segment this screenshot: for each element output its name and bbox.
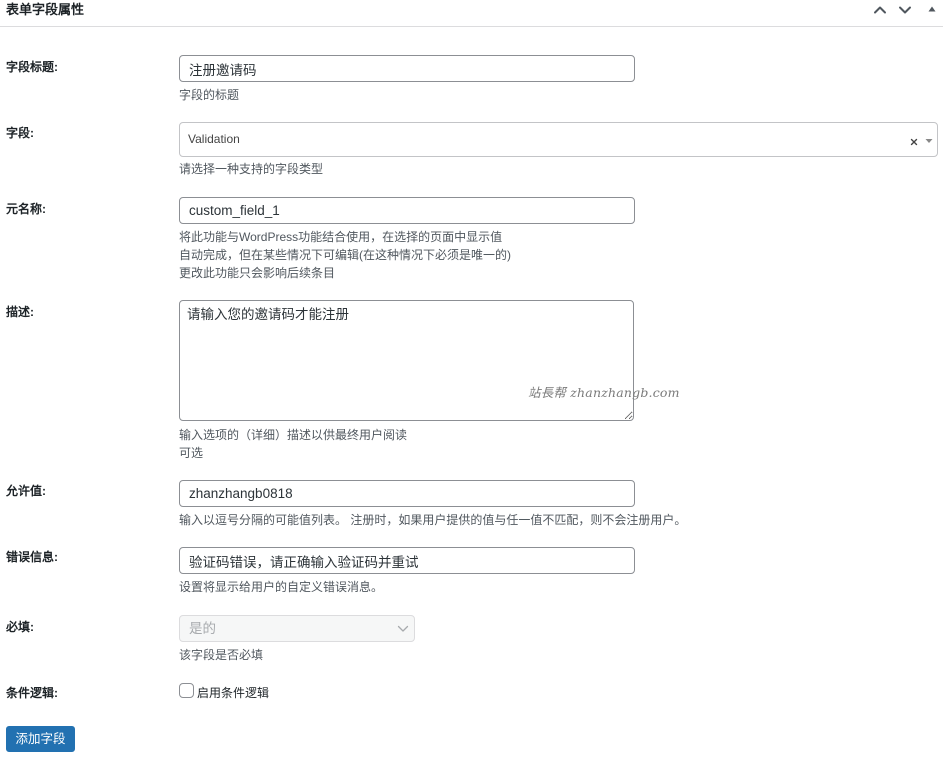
panel-title: 表单字段属性 bbox=[6, 2, 85, 17]
field-title-label: 字段标题: bbox=[6, 60, 58, 74]
required-label: 必填: bbox=[6, 620, 34, 634]
header-divider bbox=[0, 26, 943, 27]
conditional-logic-label: 条件逻辑: bbox=[6, 686, 58, 700]
required-selected-value: 是的 bbox=[189, 621, 216, 636]
meta-name-description-line: 自动完成，但在某些情况下可编辑(在这种情况下必须是唯一的) bbox=[179, 248, 511, 262]
field-type-selected-value: Validation bbox=[188, 132, 240, 146]
allowed-values-description: 输入以逗号分隔的可能值列表。 注册时，如果用户提供的值与任一值不匹配，则不会注册… bbox=[179, 513, 687, 527]
allowed-values-input[interactable] bbox=[179, 480, 635, 507]
conditional-logic-checkbox-label[interactable]: 启用条件逻辑 bbox=[197, 686, 269, 700]
conditional-logic-checkbox[interactable] bbox=[179, 683, 194, 698]
error-message-input[interactable] bbox=[179, 547, 635, 574]
required-select: 是的 bbox=[179, 615, 415, 642]
field-type-select[interactable]: Validation bbox=[179, 122, 938, 157]
form-field-properties-panel: 表单字段属性 字段标题: 字段的标题 字段: Validation 请选择一种支… bbox=[0, 0, 943, 769]
move-down-icon[interactable] bbox=[898, 3, 912, 17]
meta-name-label: 元名称: bbox=[6, 202, 46, 216]
meta-name-description-line: 更改此功能只会影响后续条目 bbox=[179, 266, 336, 280]
description-help-line: 输入选项的（详细）描述以供最终用户阅读 bbox=[179, 428, 408, 442]
description-help-line: 可选 bbox=[179, 446, 204, 460]
error-message-label: 错误信息: bbox=[6, 550, 58, 564]
description-label: 描述: bbox=[6, 305, 34, 319]
meta-name-description-line: 将此功能与WordPress功能结合使用，在选择的页面中显示值 bbox=[179, 230, 503, 244]
field-title-input[interactable] bbox=[179, 55, 635, 82]
field-type-description: 请选择一种支持的字段类型 bbox=[179, 162, 324, 176]
allowed-values-label: 允许值: bbox=[6, 484, 46, 498]
meta-name-input[interactable] bbox=[179, 197, 635, 224]
dropdown-arrow-icon[interactable] bbox=[925, 138, 933, 144]
move-up-icon[interactable] bbox=[873, 3, 887, 17]
description-help: 输入选项的（详细）描述以供最终用户阅读 可选 bbox=[179, 426, 407, 462]
error-message-description: 设置将显示给用户的自定义错误消息。 bbox=[179, 580, 384, 594]
meta-name-description: 将此功能与WordPress功能结合使用，在选择的页面中显示值 自动完成，但在某… bbox=[179, 228, 511, 282]
toggle-panel-icon[interactable] bbox=[927, 4, 937, 14]
required-description: 该字段是否必填 bbox=[179, 648, 264, 662]
field-title-description: 字段的标题 bbox=[179, 88, 240, 102]
clear-icon[interactable] bbox=[910, 138, 918, 146]
description-textarea[interactable]: 请输入您的邀请码才能注册 bbox=[179, 300, 634, 421]
chevron-down-icon bbox=[397, 625, 409, 632]
field-type-label: 字段: bbox=[6, 126, 34, 140]
add-field-button[interactable]: 添加字段 bbox=[6, 726, 75, 752]
